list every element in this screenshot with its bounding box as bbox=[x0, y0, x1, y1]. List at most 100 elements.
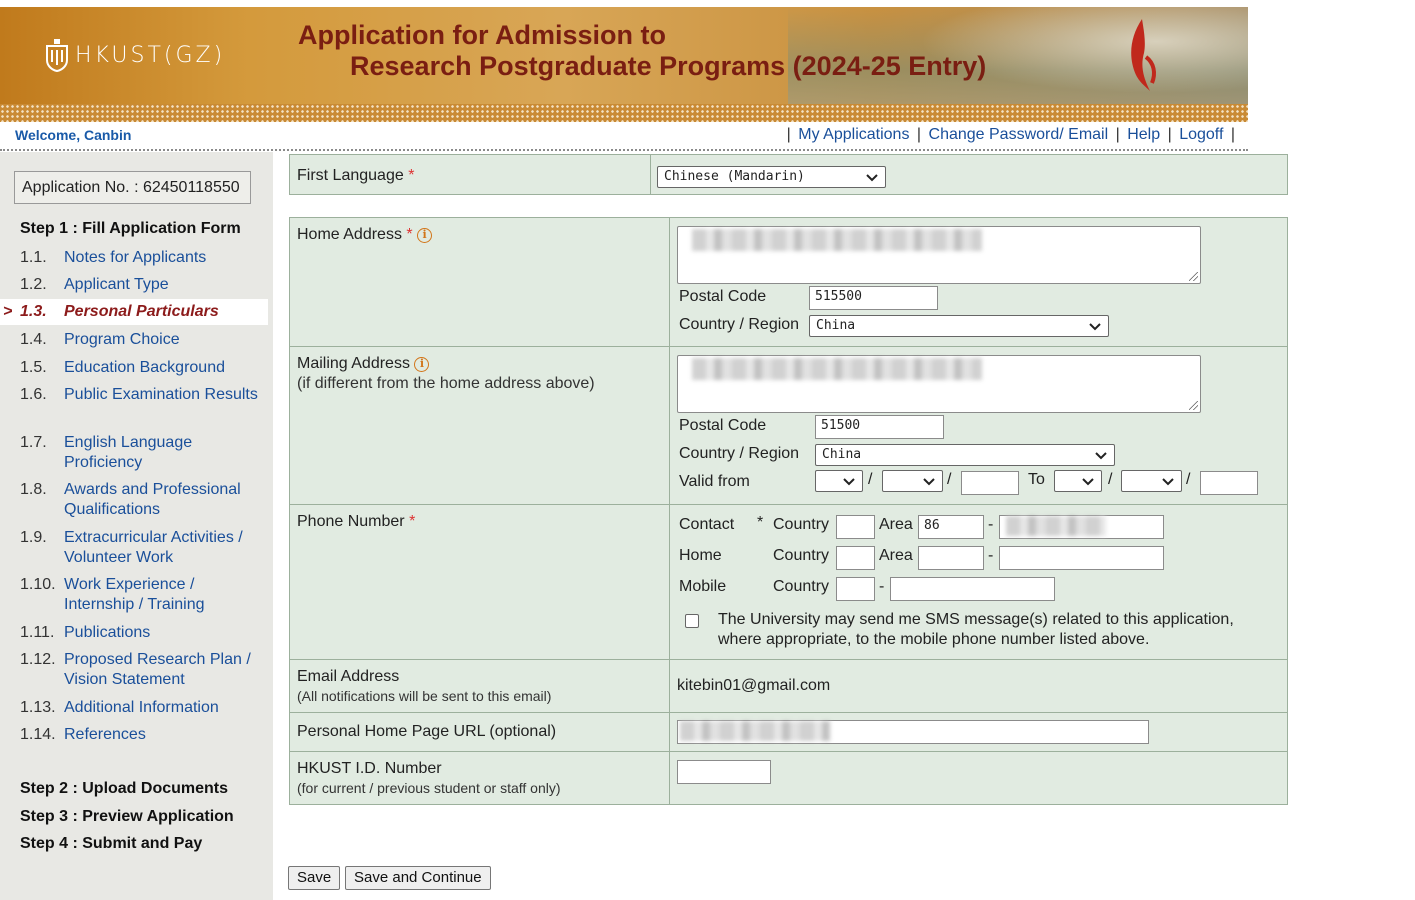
dash: - bbox=[879, 578, 885, 595]
date-separator: / bbox=[1186, 471, 1191, 488]
sidebar-item-number: 1.12. bbox=[20, 651, 56, 668]
required-marker: * bbox=[406, 226, 413, 243]
contact-country-input[interactable] bbox=[836, 515, 875, 539]
valid-to-month-select[interactable] bbox=[1121, 470, 1182, 492]
first-language-select[interactable]: Chinese (Mandarin) bbox=[657, 166, 886, 188]
home-area-input[interactable] bbox=[918, 546, 984, 570]
sms-consent-checkbox[interactable] bbox=[685, 614, 699, 628]
valid-from-day-select[interactable] bbox=[815, 470, 863, 492]
logo-text: HKUST(GZ) bbox=[75, 42, 226, 68]
hkust-id-note: (for current / previous student or staff… bbox=[297, 780, 561, 796]
step3-link[interactable]: Step 3 : Preview Application bbox=[20, 808, 234, 826]
sidebar-item-label: Program Choice bbox=[64, 331, 180, 348]
help-link[interactable]: Help bbox=[1127, 126, 1160, 143]
home-number-input[interactable] bbox=[999, 546, 1164, 570]
chevron-down-icon bbox=[843, 478, 855, 486]
nav-separator: | bbox=[1167, 126, 1172, 143]
country-label: Country bbox=[773, 578, 830, 595]
home-address-label: Home Address bbox=[297, 226, 402, 243]
sidebar-item-number: 1.1. bbox=[20, 249, 47, 266]
mailing-address-textarea[interactable] bbox=[677, 355, 1201, 413]
required-marker: * bbox=[408, 167, 415, 184]
info-icon[interactable]: i bbox=[414, 357, 430, 372]
hkust-id-row: HKUST I.D. Number (for current / previou… bbox=[289, 751, 1288, 805]
valid-to-year-input[interactable] bbox=[1200, 471, 1258, 495]
active-marker: > bbox=[3, 303, 13, 320]
valid-from-year-input[interactable] bbox=[961, 471, 1019, 495]
homepage-label: Personal Home Page URL (optional) bbox=[297, 723, 557, 740]
redacted-text bbox=[1006, 516, 1106, 536]
sidebar-item-label: Education Background bbox=[64, 359, 225, 376]
mailing-country-value: China bbox=[822, 447, 862, 462]
sidebar-item-number: 1.4. bbox=[20, 331, 47, 348]
email-label-cell: Email Address (All notifications will be… bbox=[290, 660, 670, 712]
required-marker: * bbox=[757, 514, 764, 531]
email-row: Email Address (All notifications will be… bbox=[289, 659, 1288, 713]
homepage-url-input[interactable] bbox=[677, 720, 1149, 744]
mobile-number-input[interactable] bbox=[890, 577, 1055, 601]
sidebar-item-label: Extracurricular Activities / Volunteer W… bbox=[64, 529, 243, 566]
postal-code-label: Postal Code bbox=[679, 288, 767, 305]
save-and-continue-button[interactable]: Save and Continue bbox=[345, 866, 491, 890]
valid-from-month-select[interactable] bbox=[882, 470, 943, 492]
resize-handle[interactable] bbox=[1189, 401, 1198, 410]
logoff-link[interactable]: Logoff bbox=[1179, 126, 1223, 143]
hkust-id-input[interactable] bbox=[677, 760, 771, 784]
home-country-select[interactable]: China bbox=[809, 315, 1109, 337]
date-separator: / bbox=[947, 471, 952, 488]
hkust-gz-logo[interactable]: HKUST(GZ) bbox=[45, 38, 225, 72]
home-address-textarea[interactable] bbox=[677, 226, 1201, 284]
sidebar-item-label: Personal Particulars bbox=[64, 303, 219, 320]
home-postal-code-input[interactable]: 515500 bbox=[809, 286, 938, 310]
area-label: Area bbox=[879, 516, 913, 533]
sidebar-item-number: 1.9. bbox=[20, 529, 47, 546]
sculpture-image bbox=[1131, 19, 1156, 91]
sidebar-item-personal-particulars[interactable]: > 1.3. Personal Particulars bbox=[0, 299, 268, 325]
sms-consent-text: The University may send me SMS message(s… bbox=[718, 611, 1234, 648]
sidebar-item-number: 1.14. bbox=[20, 726, 56, 743]
sidebar-item-number: 1.6. bbox=[20, 386, 47, 403]
mailing-address-note: (if different from the home address abov… bbox=[297, 375, 595, 392]
homepage-label-cell: Personal Home Page URL (optional) bbox=[290, 713, 670, 751]
chevron-down-icon bbox=[1082, 478, 1094, 486]
sidebar-item-number: 1.3. bbox=[20, 303, 47, 320]
redacted-text bbox=[680, 721, 830, 741]
my-applications-link[interactable]: My Applications bbox=[798, 126, 909, 143]
sidebar-item-label: Applicant Type bbox=[64, 276, 169, 293]
change-password-email-link[interactable]: Change Password/ Email bbox=[929, 126, 1109, 143]
first-language-label-cell: First Language * bbox=[290, 155, 651, 194]
step1-heading: Step 1 : Fill Application Form bbox=[20, 220, 241, 237]
valid-to-day-select[interactable] bbox=[1054, 470, 1102, 492]
first-language-label: First Language bbox=[297, 167, 404, 184]
sidebar-item-number: 1.7. bbox=[20, 434, 47, 451]
contact-area-input[interactable]: 86 bbox=[918, 515, 984, 539]
mobile-country-input[interactable] bbox=[836, 577, 875, 601]
step2-link[interactable]: Step 2 : Upload Documents bbox=[20, 780, 228, 798]
home-country-input[interactable] bbox=[836, 546, 875, 570]
chevron-down-icon bbox=[1162, 478, 1174, 486]
nav-separator: | bbox=[1230, 126, 1235, 143]
page-title-line2: Research Postgraduate Programs (2024-25 … bbox=[350, 51, 987, 81]
step4-link[interactable]: Step 4 : Submit and Pay bbox=[20, 835, 202, 853]
sidebar-item-label: Proposed Research Plan / Vision Statemen… bbox=[64, 651, 251, 688]
mailing-country-select[interactable]: China bbox=[815, 444, 1115, 466]
contact-number-input[interactable] bbox=[999, 515, 1164, 539]
mailing-postal-code-input[interactable]: 51500 bbox=[815, 415, 944, 439]
banner-dot-strip bbox=[0, 104, 1248, 122]
dotted-divider bbox=[0, 149, 1248, 151]
chevron-down-icon bbox=[923, 478, 935, 486]
sidebar-item-label: English Language Proficiency bbox=[64, 434, 193, 471]
phone-number-label: Phone Number bbox=[297, 513, 405, 530]
sidebar-item-label: Work Experience / Internship / Training bbox=[64, 576, 205, 613]
redacted-text bbox=[692, 358, 982, 380]
save-button[interactable]: Save bbox=[288, 866, 341, 890]
email-value: kitebin01@gmail.com bbox=[677, 677, 831, 694]
resize-handle[interactable] bbox=[1189, 272, 1198, 281]
chevron-down-icon bbox=[1089, 323, 1101, 331]
info-icon[interactable]: i bbox=[417, 228, 433, 243]
required-marker: * bbox=[409, 513, 416, 530]
hkust-id-label-cell: HKUST I.D. Number (for current / previou… bbox=[290, 752, 670, 804]
sidebar-item-number: 1.10. bbox=[20, 576, 56, 593]
sidebar-item-number: 1.2. bbox=[20, 276, 47, 293]
application-number: Application No. : 62450118550 bbox=[14, 171, 251, 204]
